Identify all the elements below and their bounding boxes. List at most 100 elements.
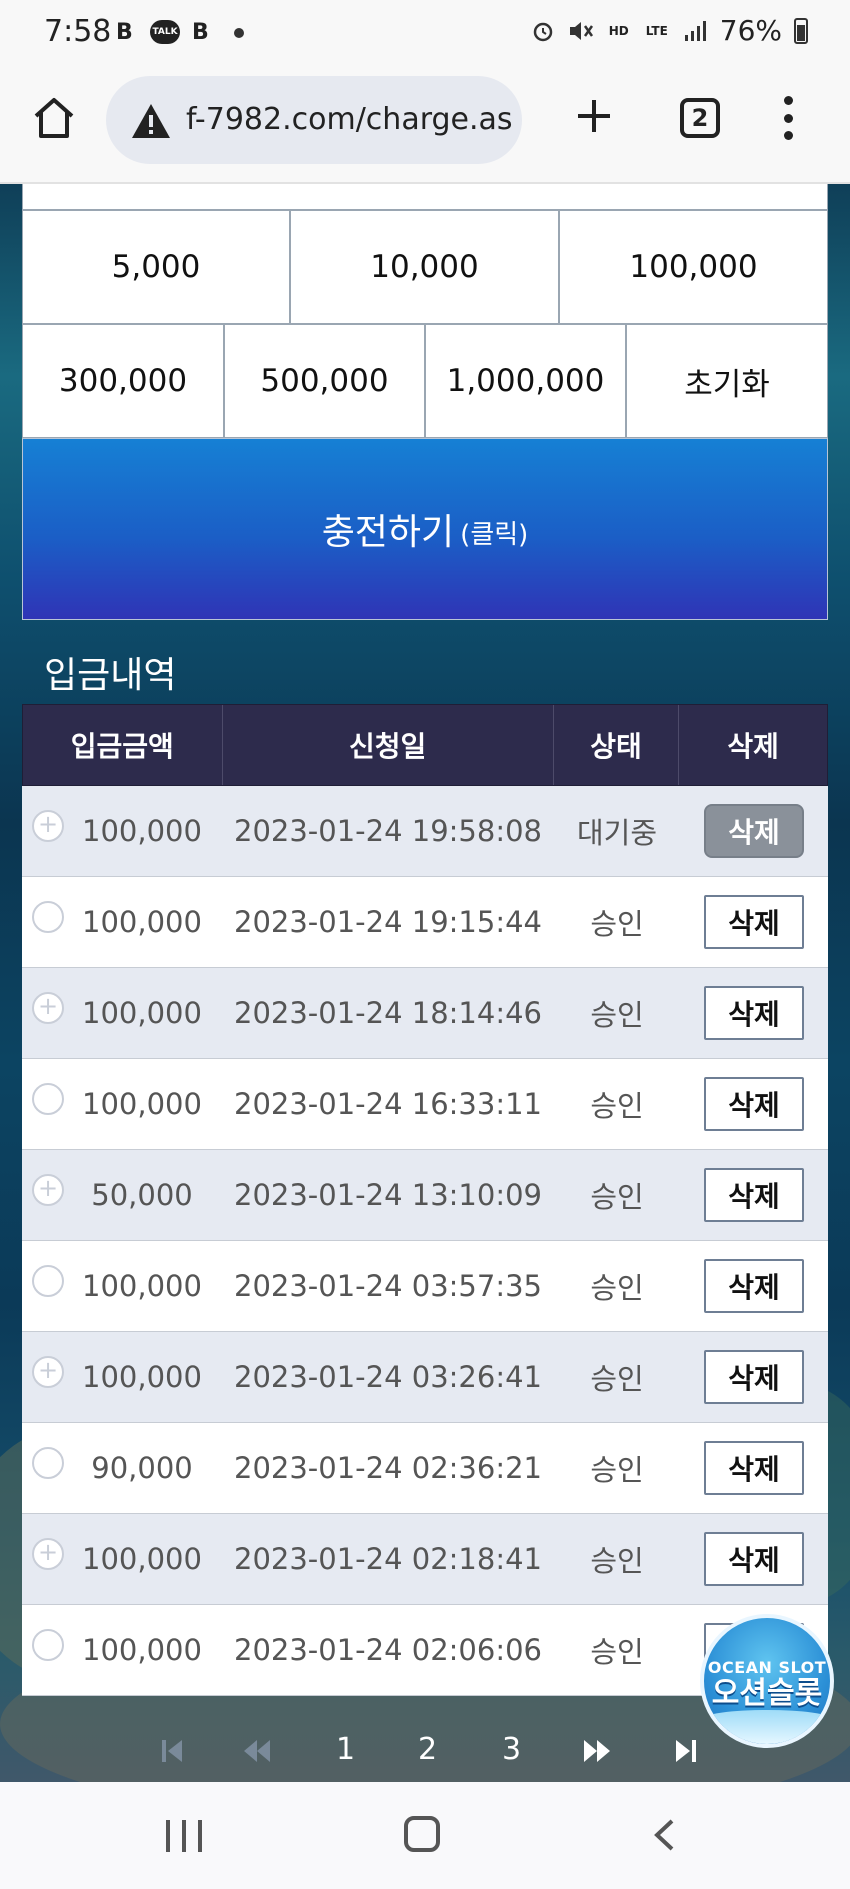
status-time: 7:58 bbox=[44, 14, 112, 49]
date-cell: 2023-01-24 03:57:35 bbox=[234, 1269, 542, 1303]
new-tab-icon[interactable] bbox=[574, 96, 614, 136]
status-cell: 승인 bbox=[590, 1635, 644, 1669]
row-select-radio[interactable] bbox=[32, 1538, 64, 1570]
status-cell: 승인 bbox=[590, 907, 644, 941]
delete-button[interactable]: 삭제 bbox=[704, 1077, 804, 1131]
battery-percent: 76% bbox=[719, 14, 782, 47]
url-bar[interactable]: f-7982.com/charge.as bbox=[106, 76, 522, 164]
table-row: 50,000 2023-01-24 13:10:09 승인 삭제 bbox=[22, 1150, 828, 1241]
status-cell: 승인 bbox=[590, 1089, 644, 1123]
column-header-status: 상태 bbox=[554, 705, 680, 785]
date-cell: 2023-01-24 19:58:08 bbox=[234, 814, 542, 848]
prev-page-icon[interactable] bbox=[242, 1738, 272, 1768]
row-select-radio[interactable] bbox=[32, 1083, 64, 1115]
ocean-slot-logo[interactable]: OCEAN SLOT 오션슬롯 bbox=[700, 1614, 834, 1748]
amount-cell: 100,000 bbox=[22, 877, 222, 967]
browser-toolbar: f-7982.com/charge.as 2 bbox=[0, 66, 850, 184]
url-text[interactable]: f-7982.com/charge.as bbox=[186, 102, 516, 137]
date-cell: 2023-01-24 19:15:44 bbox=[234, 905, 542, 939]
home-nav-icon[interactable] bbox=[404, 1816, 440, 1852]
delete-cell: 삭제 bbox=[680, 1241, 828, 1331]
amount-300000-button[interactable]: 300,000 bbox=[22, 324, 224, 438]
amount-text: 100,000 bbox=[82, 814, 202, 848]
amount-text: 100,000 bbox=[82, 1360, 202, 1394]
status-cell: 승인 bbox=[590, 1362, 644, 1396]
table-row: 100,000 2023-01-24 19:58:08 대기중 삭제 bbox=[22, 786, 828, 877]
amount-10000-button[interactable]: 10,000 bbox=[290, 210, 559, 324]
delete-button[interactable]: 삭제 bbox=[704, 1532, 804, 1586]
deposit-history-table: 입금금액 신청일 상태 삭제 100,000 2023-01-24 19:58:0… bbox=[22, 704, 828, 1696]
table-row: 100,000 2023-01-24 18:14:46 승인 삭제 bbox=[22, 968, 828, 1059]
row-select-radio[interactable] bbox=[32, 1629, 64, 1661]
notification-dot-icon bbox=[234, 28, 244, 38]
page-1-link[interactable]: 1 bbox=[336, 1732, 355, 1767]
mute-icon bbox=[568, 18, 594, 44]
alarm-icon bbox=[530, 18, 556, 44]
date-cell: 2023-01-24 03:26:41 bbox=[234, 1360, 542, 1394]
delete-button[interactable]: 삭제 bbox=[704, 986, 804, 1040]
recent-apps-icon[interactable] bbox=[166, 1820, 202, 1852]
amount-text: 90,000 bbox=[91, 1451, 193, 1485]
tabs-button[interactable]: 2 bbox=[680, 98, 720, 138]
delete-button[interactable]: 삭제 bbox=[704, 1168, 804, 1222]
delete-cell: 삭제 bbox=[680, 968, 828, 1058]
row-select-radio[interactable] bbox=[32, 1265, 64, 1297]
warning-icon[interactable] bbox=[130, 102, 172, 140]
delete-button[interactable]: 삭제 bbox=[704, 804, 804, 858]
column-header-amount: 입금금액 bbox=[23, 705, 223, 785]
delete-cell: 삭제 bbox=[680, 877, 828, 967]
amount-500000-button[interactable]: 500,000 bbox=[224, 324, 425, 438]
table-row: 100,000 2023-01-24 16:33:11 승인 삭제 bbox=[22, 1059, 828, 1150]
column-header-delete: 삭제 bbox=[727, 730, 779, 763]
amount-5000-button[interactable]: 5,000 bbox=[22, 210, 290, 324]
reset-button[interactable]: 초기화 bbox=[626, 324, 828, 438]
hd-voice-icon: HD bbox=[608, 23, 629, 38]
delete-button[interactable]: 삭제 bbox=[704, 895, 804, 949]
row-select-radio[interactable] bbox=[32, 1356, 64, 1388]
logo-wave bbox=[704, 1710, 830, 1744]
table-row: 100,000 2023-01-24 19:15:44 승인 삭제 bbox=[22, 877, 828, 968]
back-icon[interactable] bbox=[652, 1818, 676, 1852]
status-cell: 승인 bbox=[590, 1180, 644, 1214]
first-page-icon[interactable] bbox=[160, 1738, 184, 1768]
amount-text: 100,000 bbox=[82, 1633, 202, 1667]
column-header-date: 신청일 bbox=[223, 705, 554, 785]
row-select-radio[interactable] bbox=[32, 1447, 64, 1479]
amount-1000000-button[interactable]: 1,000,000 bbox=[425, 324, 626, 438]
amount-cell: 100,000 bbox=[22, 1605, 222, 1695]
amount-cell: 50,000 bbox=[22, 1150, 222, 1240]
amount-cell: 100,000 bbox=[22, 786, 222, 876]
status-indicators: HD LTE 76% bbox=[530, 14, 808, 47]
delete-cell: 삭제 bbox=[680, 786, 828, 876]
page-2-link[interactable]: 2 bbox=[418, 1732, 437, 1767]
date-cell: 2023-01-24 16:33:11 bbox=[234, 1087, 542, 1121]
delete-button[interactable]: 삭제 bbox=[704, 1441, 804, 1495]
delete-cell: 삭제 bbox=[680, 1150, 828, 1240]
date-cell: 2023-01-24 13:10:09 bbox=[234, 1178, 542, 1212]
delete-cell: 삭제 bbox=[680, 1423, 828, 1513]
amount-cell: 90,000 bbox=[22, 1423, 222, 1513]
row-select-radio[interactable] bbox=[32, 810, 64, 842]
last-page-icon[interactable] bbox=[674, 1738, 698, 1768]
amount-text: 100,000 bbox=[82, 905, 202, 939]
delete-button[interactable]: 삭제 bbox=[704, 1259, 804, 1313]
charge-button[interactable]: 충전하기 (클릭) bbox=[22, 438, 828, 620]
delete-button[interactable]: 삭제 bbox=[704, 1350, 804, 1404]
table-body: 100,0002023-01-24 19:58:08대기중삭제100,00020… bbox=[22, 786, 828, 1696]
home-icon[interactable] bbox=[30, 94, 78, 142]
table-row: 100,000 2023-01-24 03:26:41 승인 삭제 bbox=[22, 1332, 828, 1423]
table-row: 90,000 2023-01-24 02:36:21 승인 삭제 bbox=[22, 1423, 828, 1514]
band-app-icon: B bbox=[116, 20, 133, 45]
amount-text: 100,000 bbox=[82, 1542, 202, 1576]
row-select-radio[interactable] bbox=[32, 901, 64, 933]
lte-icon: LTE bbox=[645, 23, 668, 38]
row-select-radio[interactable] bbox=[32, 992, 64, 1024]
battery-icon bbox=[794, 17, 808, 44]
status-cell: 승인 bbox=[590, 998, 644, 1032]
row-select-radio[interactable] bbox=[32, 1174, 64, 1206]
page-3-link[interactable]: 3 bbox=[502, 1732, 521, 1767]
amount-text: 100,000 bbox=[82, 1269, 202, 1303]
amount-100000-button[interactable]: 100,000 bbox=[559, 210, 828, 324]
more-vert-icon[interactable] bbox=[780, 96, 796, 140]
next-page-icon[interactable] bbox=[582, 1738, 612, 1768]
